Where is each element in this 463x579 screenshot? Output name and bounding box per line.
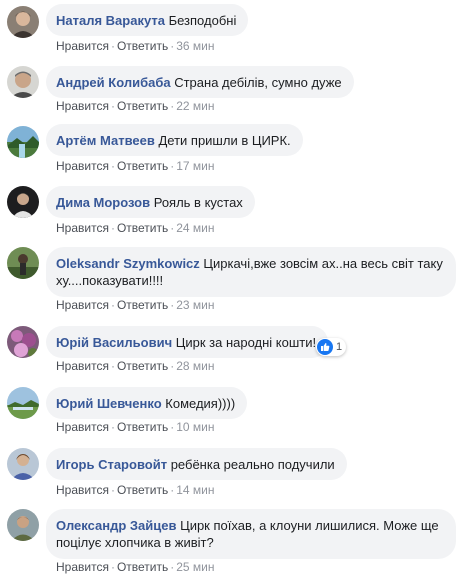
comment-text: Цирк за народні кошти! [175, 335, 317, 350]
separator: · [110, 359, 115, 373]
like-button[interactable]: Нравится [56, 159, 109, 173]
avatar-image-icon [7, 6, 39, 38]
avatar-image-icon [7, 326, 39, 358]
reply-button[interactable]: Ответить [117, 221, 168, 235]
avatar-image-icon [7, 387, 39, 419]
comment-time[interactable]: 23 мин [176, 298, 214, 312]
comment-author[interactable]: Oleksandr Szymkowicz [56, 256, 200, 271]
comment-actions: Нравится · Ответить · 25 мин [56, 559, 215, 575]
avatar[interactable] [7, 186, 39, 218]
comment-time[interactable]: 25 мин [176, 560, 214, 574]
comment-author[interactable]: Наталя Варакута [56, 13, 165, 28]
avatar[interactable] [7, 326, 39, 358]
comment-text: Циркачі,вже зовсім ах..на весь світ таку [203, 256, 443, 271]
comment-bubble: Юрий Шевченко Комедия)))) [46, 387, 248, 419]
comment-bubble: Олександр Зайцев Цирк поїхав, а клоуни л… [46, 509, 456, 559]
comment-time[interactable]: 28 мин [176, 359, 214, 373]
like-button[interactable]: Нравится [56, 39, 109, 53]
comment-time[interactable]: 24 мин [176, 221, 214, 235]
separator: · [110, 420, 115, 434]
avatar[interactable] [7, 126, 39, 158]
avatar[interactable] [7, 509, 39, 541]
comment-text-continued: поцілує хлопчика в живіт? [56, 535, 214, 550]
comment-bubble: Oleksandr Szymkowicz Циркачі,вже зовсім … [46, 247, 456, 297]
avatar-image-icon [7, 126, 39, 158]
like-button[interactable]: Нравится [56, 560, 109, 574]
avatar[interactable] [7, 448, 39, 480]
reply-button[interactable]: Ответить [117, 560, 168, 574]
reaction-count: 1 [336, 341, 343, 353]
comment-bubble: Игорь Старовойт ребёнка реально подучили [46, 448, 347, 480]
avatar[interactable] [7, 247, 39, 279]
comment-actions: Нравится · Ответить · 22 мин [56, 98, 215, 114]
reply-button[interactable]: Ответить [117, 99, 168, 113]
separator: · [110, 560, 115, 574]
comment-text: Дети пришли в ЦИРК. [158, 133, 291, 148]
comment-actions: Нравится · Ответить · 23 мин [56, 297, 215, 313]
separator: · [110, 298, 115, 312]
avatar[interactable] [7, 387, 39, 419]
avatar[interactable] [7, 6, 39, 38]
comment-text: Безподобні [168, 13, 237, 28]
comment-actions: Нравится · Ответить · 14 мин [56, 482, 215, 498]
like-button[interactable]: Нравится [56, 420, 109, 434]
separator: · [110, 221, 115, 235]
like-button[interactable]: Нравится [56, 99, 109, 113]
like-button[interactable]: Нравится [56, 483, 109, 497]
like-button[interactable]: Нравится [56, 221, 109, 235]
reply-button[interactable]: Ответить [117, 39, 168, 53]
reply-button[interactable]: Ответить [117, 298, 168, 312]
separator: · [110, 159, 115, 173]
comment-author[interactable]: Артём Матвеев [56, 133, 155, 148]
comment-bubble: Юрій Васильович Цирк за народні кошти! [46, 326, 329, 358]
reply-button[interactable]: Ответить [117, 483, 168, 497]
comment-time[interactable]: 22 мин [176, 99, 214, 113]
comment-bubble: Наталя Варакута Безподобні [46, 4, 249, 36]
avatar-image-icon [7, 448, 39, 480]
comment-text: ребёнка реально подучили [170, 457, 335, 472]
avatar-image-icon [7, 509, 39, 541]
comment-bubble: Андрей Колибаба Страна дебілів, сумно ду… [46, 66, 354, 98]
comment-text: Цирк поїхав, а клоуни лишилися. Може ще [180, 518, 439, 533]
avatar[interactable] [7, 66, 39, 98]
comment-actions: Нравится · Ответить · 17 мин [56, 158, 215, 174]
comment-text: Комедия)))) [165, 396, 236, 411]
avatar-image-icon [7, 247, 39, 279]
reply-button[interactable]: Ответить [117, 159, 168, 173]
like-button[interactable]: Нравится [56, 298, 109, 312]
like-button[interactable]: Нравится [56, 359, 109, 373]
separator: · [110, 99, 115, 113]
comment-author[interactable]: Олександр Зайцев [56, 518, 176, 533]
comment-author[interactable]: Дима Морозов [56, 195, 150, 210]
comment-actions: Нравится · Ответить · 28 мин [56, 358, 215, 374]
separator: · [110, 483, 115, 497]
separator: · [110, 39, 115, 53]
avatar-image-icon [7, 66, 39, 98]
comment-list: Наталя Варакута Безподобні Нравится · Отве… [0, 0, 463, 579]
comment-author[interactable]: Игорь Старовойт [56, 457, 167, 472]
comment-time[interactable]: 10 мин [176, 420, 214, 434]
avatar-image-icon [7, 186, 39, 218]
comment-bubble: Дима Морозов Рояль в кустах [46, 186, 255, 218]
comment-time[interactable]: 14 мин [176, 483, 214, 497]
comment-author[interactable]: Андрей Колибаба [56, 75, 171, 90]
comment-actions: Нравится · Ответить · 36 мин [56, 38, 215, 54]
comment-author[interactable]: Юрій Васильович [56, 335, 172, 350]
thumbs-up-icon [317, 339, 333, 355]
comment-time[interactable]: 17 мин [176, 159, 214, 173]
comment-actions: Нравится · Ответить · 24 мин [56, 220, 215, 236]
reply-button[interactable]: Ответить [117, 420, 168, 434]
comment-text: Страна дебілів, сумно дуже [174, 75, 342, 90]
comment-author[interactable]: Юрий Шевченко [56, 396, 162, 411]
comment-text-continued: ху....показувати!!!! [56, 273, 164, 288]
comment-bubble: Артём Матвеев Дети пришли в ЦИРК. [46, 124, 303, 156]
reaction-summary[interactable]: 1 [316, 338, 347, 356]
reply-button[interactable]: Ответить [117, 359, 168, 373]
comment-text: Рояль в кустах [153, 195, 243, 210]
comment-actions: Нравится · Ответить · 10 мин [56, 419, 215, 435]
comment-time[interactable]: 36 мин [176, 39, 214, 53]
